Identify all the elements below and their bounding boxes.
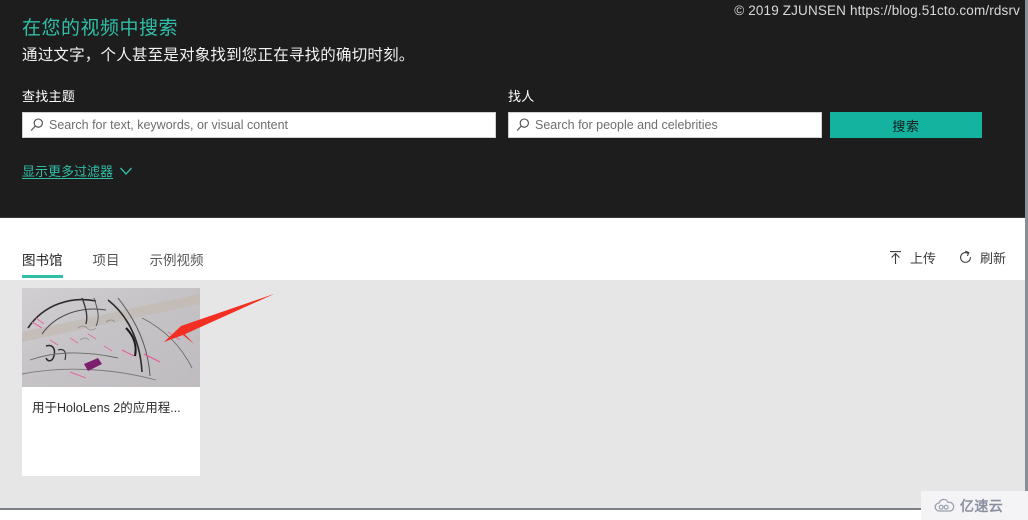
library-content-area: 用于HoloLens 2的应用程...	[0, 280, 1028, 508]
page-subtitle: 通过文字，个人甚至是对象找到您正在寻找的确切时刻。	[22, 47, 415, 64]
tab-bar: 图书馆 项目 示例视频 上传 刷新	[0, 219, 1028, 280]
upload-button[interactable]: 上传	[888, 248, 936, 267]
tab-list: 图书馆 项目 示例视频	[22, 249, 234, 280]
refresh-icon	[958, 250, 973, 265]
site-watermark-badge: 亿速云	[921, 491, 1028, 520]
site-watermark-label: 亿速云	[960, 497, 1004, 514]
refresh-label: 刷新	[979, 251, 1006, 266]
people-search-input[interactable]	[535, 114, 821, 136]
tab-library[interactable]: 图书馆	[22, 249, 69, 280]
refresh-button[interactable]: 刷新	[958, 248, 1006, 267]
tab-projects[interactable]: 项目	[93, 249, 134, 280]
people-search-box[interactable]	[508, 112, 822, 138]
people-search-label: 找人	[508, 89, 535, 104]
show-more-filters-label: 显示更多过滤器	[22, 164, 114, 179]
upload-label: 上传	[909, 251, 936, 266]
video-thumbnail[interactable]	[22, 288, 200, 387]
search-icon	[515, 117, 535, 133]
video-card[interactable]: 用于HoloLens 2的应用程...	[22, 288, 200, 476]
show-more-filters-link[interactable]: 显示更多过滤器	[22, 161, 133, 180]
video-indexer-page: © 2019 ZJUNSEN https://blog.51cto.com/rd…	[0, 0, 1028, 520]
copyright-watermark: © 2019 ZJUNSEN https://blog.51cto.com/rd…	[734, 3, 1020, 18]
window-bottom-edge	[0, 508, 1022, 510]
video-card-title: 用于HoloLens 2的应用程...	[32, 401, 181, 415]
topic-search-input[interactable]	[49, 114, 495, 136]
chevron-down-icon	[119, 166, 133, 176]
hero-header: © 2019 ZJUNSEN https://blog.51cto.com/rd…	[0, 0, 1028, 218]
tab-actions: 上传 刷新	[888, 248, 1006, 267]
cloud-icon	[934, 498, 955, 513]
search-button[interactable]: 搜索	[830, 112, 982, 138]
topic-search-label: 查找主题	[22, 89, 76, 104]
tab-sample-videos[interactable]: 示例视频	[150, 249, 218, 280]
search-icon	[29, 117, 49, 133]
upload-icon	[888, 250, 903, 265]
topic-search-box[interactable]	[22, 112, 496, 138]
page-title: 在您的视频中搜索	[22, 18, 179, 39]
